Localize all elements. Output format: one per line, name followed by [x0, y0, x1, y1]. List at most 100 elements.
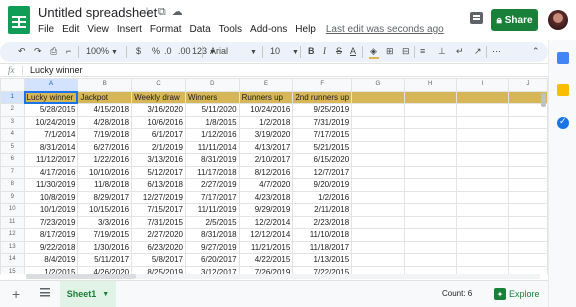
menu-addons[interactable]: Add-ons	[250, 24, 287, 35]
cell-f4[interactable]: 7/17/2015	[292, 128, 353, 142]
cell-b11[interactable]: 3/3/2016	[77, 215, 133, 229]
cell-f1[interactable]: 2nd runners up	[292, 90, 353, 104]
cell-e2[interactable]: 10/24/2016	[238, 103, 294, 117]
cell-d11[interactable]: 2/5/2015	[184, 215, 240, 229]
cell-b10[interactable]: 10/15/2016	[77, 203, 133, 217]
cell-h8[interactable]	[403, 178, 457, 192]
row-header[interactable]: 8	[0, 178, 25, 192]
cell-i7[interactable]	[455, 165, 510, 179]
cell-b12[interactable]: 7/19/2015	[77, 228, 133, 242]
cell-g4[interactable]	[351, 128, 405, 142]
cell-c10[interactable]: 7/15/2017	[131, 203, 186, 217]
cell-d9[interactable]: 7/17/2017	[184, 190, 240, 204]
cell-c3[interactable]: 10/6/2016	[131, 115, 186, 129]
cell-c11[interactable]: 7/31/2015	[131, 215, 186, 229]
cell-a5[interactable]: 8/31/2014	[23, 140, 79, 154]
cell-g11[interactable]	[351, 215, 405, 229]
row-header[interactable]: 5	[0, 140, 25, 154]
tasks-icon[interactable]	[557, 116, 569, 129]
cell-i1[interactable]	[455, 90, 510, 104]
cell-g15[interactable]	[351, 265, 405, 274]
cell-d13[interactable]: 9/27/2019	[184, 240, 240, 254]
cell-a12[interactable]: 8/17/2019	[23, 228, 79, 242]
last-edit-link[interactable]: Last edit was seconds ago	[326, 24, 444, 35]
undo-icon[interactable]: ↶	[18, 46, 26, 57]
cell-c2[interactable]: 3/16/2020	[131, 103, 186, 117]
star-icon[interactable]: ☆	[142, 6, 152, 18]
cell-b4[interactable]: 7/19/2018	[77, 128, 133, 142]
cell-j8[interactable]	[508, 178, 548, 192]
cell-d12[interactable]: 8/31/2018	[184, 228, 240, 242]
paint-format-icon[interactable]: ⌐	[66, 46, 71, 56]
cell-a4[interactable]: 7/1/2014	[23, 128, 79, 142]
cell-f10[interactable]: 2/11/2018	[292, 203, 353, 217]
cell-c14[interactable]: 5/8/2017	[131, 253, 186, 267]
borders-icon[interactable]: ⊞	[386, 46, 394, 57]
cell-e4[interactable]: 3/19/2020	[238, 128, 294, 142]
text-color-button[interactable]: A	[350, 46, 356, 56]
row-header[interactable]: 14	[0, 253, 25, 267]
sheets-logo-icon[interactable]	[8, 6, 30, 34]
cell-f15[interactable]: 7/22/2015	[292, 265, 353, 274]
row-header[interactable]: 6	[0, 153, 25, 167]
cell-i6[interactable]	[455, 153, 510, 167]
cell-i13[interactable]	[455, 240, 510, 254]
sheet-tab[interactable]: Sheet1 ▼	[60, 281, 116, 307]
fill-color-icon[interactable]: ◈	[370, 46, 377, 57]
menu-insert[interactable]: Insert	[117, 24, 142, 35]
cell-c1[interactable]: Weekly draw	[131, 90, 186, 104]
cell-e3[interactable]: 1/2/2018	[238, 115, 294, 129]
cell-h15[interactable]	[403, 265, 457, 274]
cell-b5[interactable]: 6/27/2016	[77, 140, 133, 154]
cell-i5[interactable]	[455, 140, 510, 154]
column-header-j[interactable]: J	[508, 78, 548, 92]
cell-f14[interactable]: 1/13/2015	[292, 253, 353, 267]
cell-d7[interactable]: 11/17/2018	[184, 165, 240, 179]
horizontal-scrollbar[interactable]	[26, 274, 136, 279]
cell-i4[interactable]	[455, 128, 510, 142]
cell-c13[interactable]: 6/23/2020	[131, 240, 186, 254]
cell-a6[interactable]: 11/12/2017	[23, 153, 79, 167]
cell-j11[interactable]	[508, 215, 548, 229]
menu-format[interactable]: Format	[150, 24, 182, 35]
cell-c7[interactable]: 5/12/2017	[131, 165, 186, 179]
cell-f5[interactable]: 5/21/2015	[292, 140, 353, 154]
currency-format-button[interactable]: $	[136, 46, 141, 56]
column-header-h[interactable]: H	[403, 78, 457, 92]
select-all-corner[interactable]	[0, 78, 25, 92]
cell-b9[interactable]: 8/29/2017	[77, 190, 133, 204]
cell-a2[interactable]: 5/28/2015	[23, 103, 79, 117]
cell-g10[interactable]	[351, 203, 405, 217]
column-header-d[interactable]: D	[184, 78, 240, 92]
cell-c12[interactable]: 2/27/2020	[131, 228, 186, 242]
cell-e12[interactable]: 12/12/2014	[238, 228, 294, 242]
font-size-select[interactable]: 10 ▼	[270, 46, 299, 56]
cell-i9[interactable]	[455, 190, 510, 204]
cell-f7[interactable]: 12/7/2017	[292, 165, 353, 179]
cell-f2[interactable]: 9/25/2019	[292, 103, 353, 117]
selection-count[interactable]: Count: 6	[442, 289, 472, 298]
add-sheet-icon[interactable]: +	[12, 286, 20, 302]
cell-i15[interactable]	[455, 265, 510, 274]
cell-i12[interactable]	[455, 228, 510, 242]
cell-h14[interactable]	[403, 253, 457, 267]
cell-f3[interactable]: 7/31/2019	[292, 115, 353, 129]
cell-f12[interactable]: 11/10/2018	[292, 228, 353, 242]
cell-a11[interactable]: 7/23/2019	[23, 215, 79, 229]
cell-d2[interactable]: 5/11/2020	[184, 103, 240, 117]
cell-e13[interactable]: 11/21/2015	[238, 240, 294, 254]
cell-j10[interactable]	[508, 203, 548, 217]
cell-c15[interactable]: 8/25/2019	[131, 265, 186, 274]
cell-d15[interactable]: 3/12/2017	[184, 265, 240, 274]
cloud-status-icon[interactable]: ☁	[172, 6, 183, 18]
text-rotation-icon[interactable]: ↗	[474, 46, 482, 57]
cell-g13[interactable]	[351, 240, 405, 254]
text-wrap-icon[interactable]: ↵	[456, 46, 464, 57]
menu-view[interactable]: View	[87, 24, 109, 35]
column-header-a[interactable]: A	[23, 78, 79, 92]
cell-j15[interactable]	[508, 265, 548, 274]
menu-file[interactable]: File	[38, 24, 54, 35]
row-header[interactable]: 12	[0, 228, 25, 242]
cell-a1[interactable]: Lucky winner	[23, 90, 79, 104]
column-header-b[interactable]: B	[77, 78, 133, 92]
